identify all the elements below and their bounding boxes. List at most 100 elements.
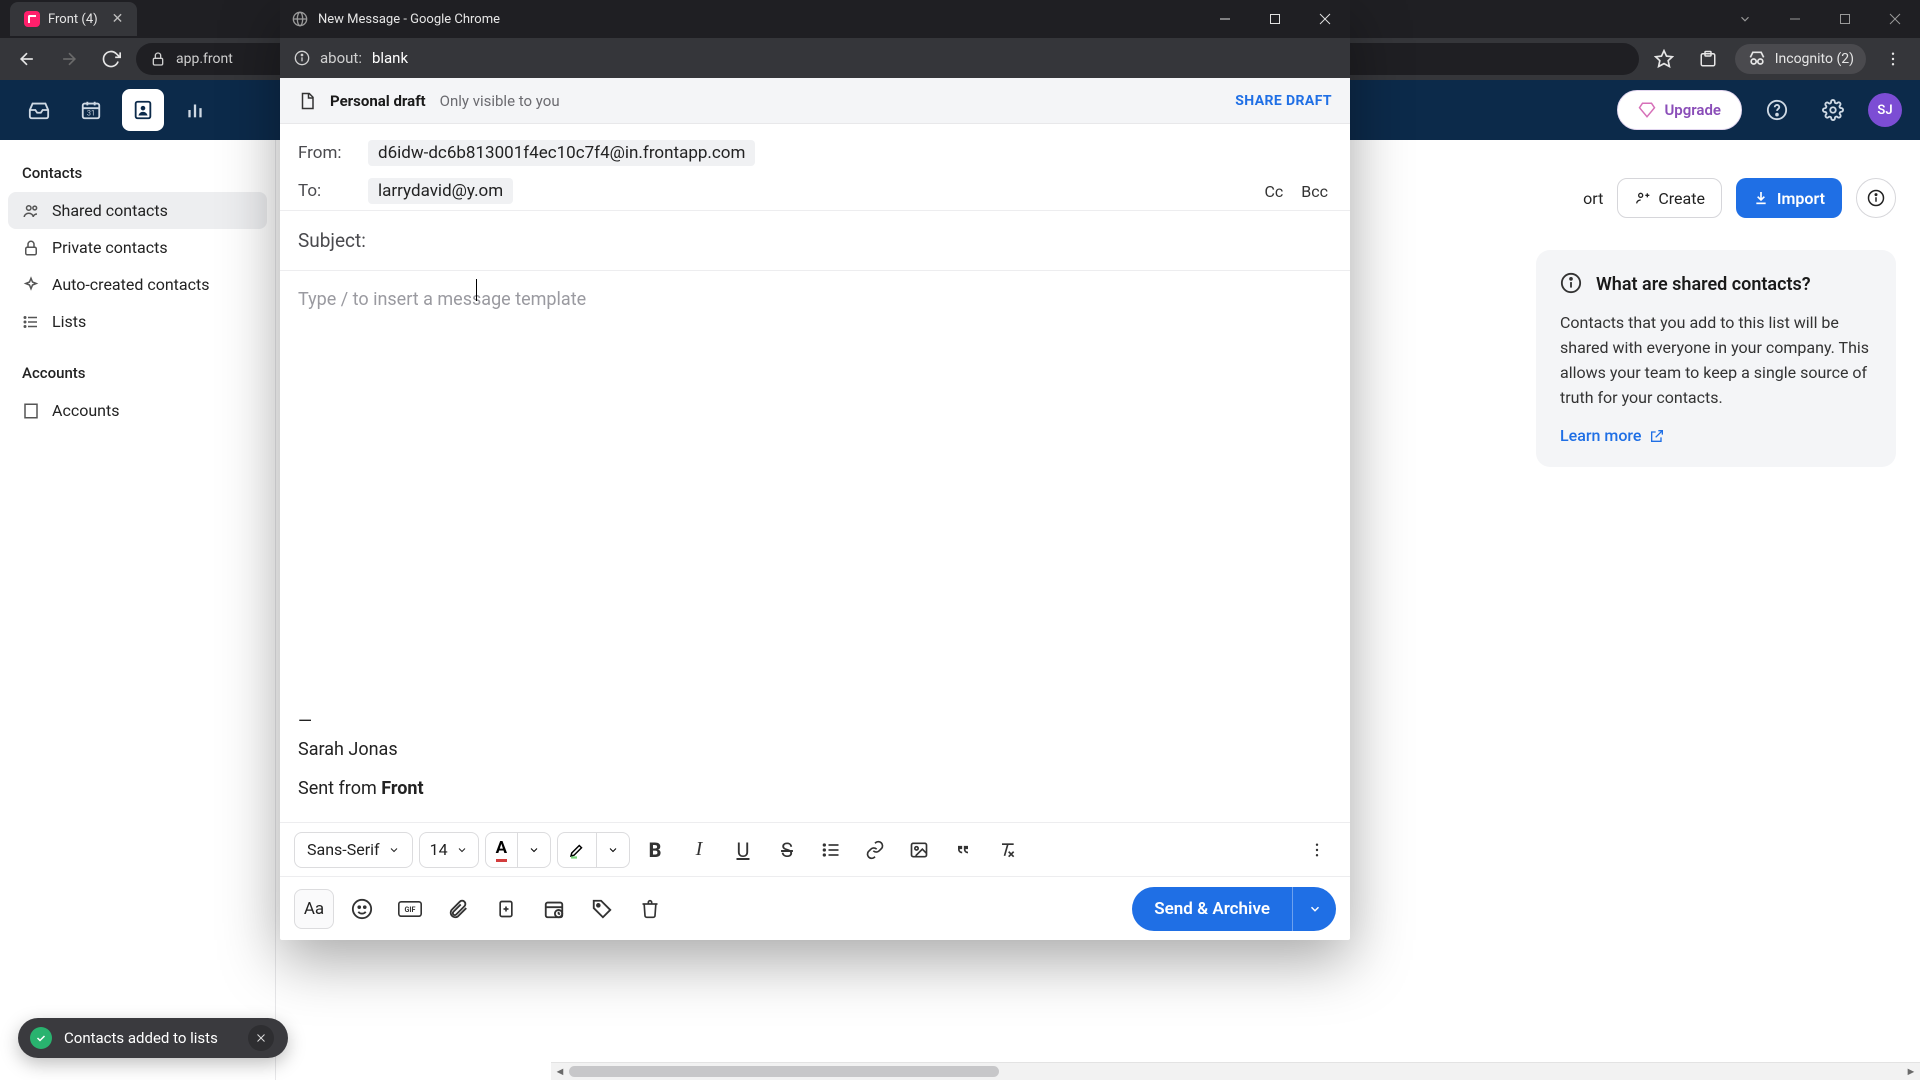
tag-button[interactable] [582, 889, 622, 929]
help-icon[interactable] [1756, 89, 1798, 131]
cc-button[interactable]: Cc [1264, 182, 1283, 201]
nav-back-icon[interactable] [10, 42, 44, 76]
draft-badge: Personal draft [330, 92, 426, 110]
to-value-chip[interactable]: larrydavid@y.om [368, 178, 513, 204]
send-label: Send & Archive [1132, 887, 1292, 931]
user-avatar[interactable]: SJ [1868, 93, 1902, 127]
popup-window-title: New Message - Google Chrome [318, 12, 500, 27]
export-button-fragment[interactable]: ort [1583, 189, 1603, 208]
highlight-color-select[interactable] [557, 832, 630, 868]
sidebar-item-label: Shared contacts [52, 201, 168, 220]
bg-maximize-icon[interactable] [1820, 0, 1870, 38]
text-color-select[interactable]: A [485, 832, 551, 868]
italic-icon: I [696, 838, 703, 861]
gif-button[interactable]: GIF [390, 889, 430, 929]
sidebar-item-auto-created[interactable]: Auto-created contacts [8, 266, 267, 303]
text-caret [476, 279, 477, 301]
text-color-icon: A [496, 838, 507, 862]
import-label: Import [1777, 189, 1825, 208]
sidebar-item-shared-contacts[interactable]: Shared contacts [8, 192, 267, 229]
download-icon [1753, 190, 1769, 206]
info-card-title: What are shared contacts? [1596, 272, 1811, 297]
bg-close-icon[interactable] [1870, 0, 1920, 38]
font-size-select[interactable]: 14 [419, 832, 479, 868]
italic-button[interactable]: I [680, 831, 718, 869]
inbox-icon[interactable] [18, 89, 60, 131]
list-icon [22, 313, 40, 331]
link-button[interactable] [856, 831, 894, 869]
scroll-right-icon[interactable]: ► [1902, 1065, 1920, 1078]
scroll-left-icon[interactable]: ◄ [551, 1065, 569, 1078]
emoji-button[interactable] [342, 889, 382, 929]
create-button[interactable]: Create [1617, 178, 1722, 218]
chevron-down-icon [388, 844, 400, 856]
popup-maximize-icon[interactable] [1250, 0, 1300, 38]
calendar-icon[interactable]: 31 [70, 89, 112, 131]
quote-icon [953, 840, 973, 860]
bg-minimize-icon[interactable] [1770, 0, 1820, 38]
formatting-toolbar: Sans-Serif 14 A B I U S [280, 822, 1350, 876]
horizontal-scrollbar[interactable]: ◄ ► [551, 1062, 1920, 1080]
attachment-button[interactable] [438, 889, 478, 929]
send-archive-button[interactable]: Send & Archive [1132, 887, 1336, 931]
message-body[interactable]: Type / to insert a message template — Sa… [280, 271, 1350, 822]
upgrade-button[interactable]: Upgrade [1617, 90, 1742, 130]
background-tab[interactable]: Front (4) ✕ [10, 2, 137, 36]
extensions-icon[interactable] [1691, 42, 1725, 76]
nav-forward-icon [52, 42, 86, 76]
bookmark-star-icon[interactable] [1647, 42, 1681, 76]
quote-button[interactable] [944, 831, 982, 869]
sidebar-item-label: Auto-created contacts [52, 275, 209, 294]
from-value[interactable]: d6idw-dc6b813001f4ec10c7f4@in.frontapp.c… [368, 140, 755, 166]
kebab-icon [1308, 841, 1326, 859]
bullet-list-button[interactable] [812, 831, 850, 869]
schedule-button[interactable] [534, 889, 574, 929]
subject-row[interactable]: Subject: [280, 211, 1350, 271]
info-card: What are shared contacts? Contacts that … [1536, 250, 1896, 467]
popup-minimize-icon[interactable] [1200, 0, 1250, 38]
formatting-toggle-button[interactable]: Aa [294, 889, 334, 929]
tag-icon [591, 898, 613, 920]
strikethrough-button[interactable]: S [768, 831, 806, 869]
nav-reload-icon[interactable] [94, 42, 128, 76]
gif-icon: GIF [398, 899, 422, 919]
to-row: To: larrydavid@y.om Cc Bcc [298, 172, 1332, 210]
bcc-button[interactable]: Bcc [1301, 182, 1328, 201]
share-draft-button[interactable]: SHARE DRAFT [1235, 93, 1332, 109]
toast-close-icon[interactable] [248, 1025, 274, 1051]
more-formatting-button[interactable] [1298, 831, 1336, 869]
scroll-thumb[interactable] [569, 1066, 999, 1077]
image-icon [909, 840, 929, 860]
import-button[interactable]: Import [1736, 178, 1842, 218]
signature-name: Sarah Jonas [298, 736, 424, 765]
underline-button[interactable]: U [724, 831, 762, 869]
front-favicon-icon [24, 11, 40, 27]
sidebar-item-lists[interactable]: Lists [8, 303, 267, 340]
clear-formatting-button[interactable] [988, 831, 1026, 869]
settings-gear-icon[interactable] [1812, 89, 1854, 131]
popup-close-icon[interactable] [1300, 0, 1350, 38]
sidebar-item-private-contacts[interactable]: Private contacts [8, 229, 267, 266]
subject-input[interactable] [376, 229, 1332, 252]
document-icon [298, 92, 316, 110]
font-family-select[interactable]: Sans-Serif [294, 832, 413, 868]
bold-button[interactable]: B [636, 831, 674, 869]
send-options-dropdown[interactable] [1292, 887, 1336, 931]
info-button[interactable] [1856, 178, 1896, 218]
globe-icon [292, 11, 308, 27]
learn-more-link[interactable]: Learn more [1560, 426, 1872, 445]
incognito-chip[interactable]: Incognito (2) [1735, 44, 1866, 74]
contacts-icon[interactable] [122, 89, 164, 131]
sidebar-item-accounts[interactable]: Accounts [8, 392, 267, 429]
close-tab-icon[interactable]: ✕ [112, 11, 124, 27]
discard-button[interactable] [630, 889, 670, 929]
shared-contacts-icon [22, 202, 40, 220]
bullet-list-icon [821, 840, 841, 860]
sent-from-app: Front [381, 778, 423, 799]
popup-address-bar[interactable]: about:blank [280, 38, 1350, 78]
analytics-icon[interactable] [174, 89, 216, 131]
bg-dropdown-icon[interactable] [1720, 0, 1770, 38]
template-button[interactable] [486, 889, 526, 929]
kebab-menu-icon[interactable] [1876, 42, 1910, 76]
image-button[interactable] [900, 831, 938, 869]
